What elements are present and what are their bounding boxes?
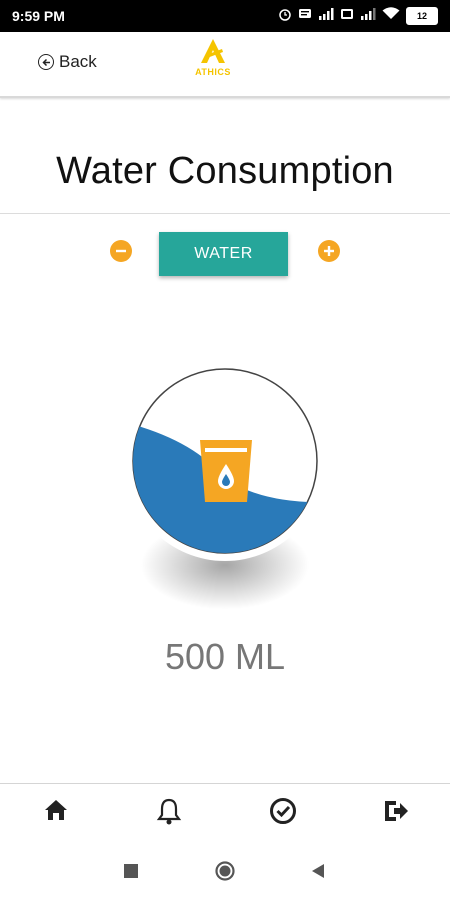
signal-icon <box>318 7 334 25</box>
recent-apps-icon[interactable] <box>124 864 138 883</box>
bell-icon[interactable] <box>154 796 184 826</box>
alarm-icon <box>278 7 292 26</box>
sim-icon <box>340 7 354 25</box>
logout-icon[interactable] <box>381 796 411 826</box>
message-icon <box>298 7 312 25</box>
increase-button[interactable] <box>318 240 340 262</box>
system-nav-bar <box>0 839 450 900</box>
check-circle-icon[interactable] <box>268 796 298 826</box>
logo-mark-icon <box>201 39 225 63</box>
bottom-nav <box>0 783 450 840</box>
home-circle-icon[interactable] <box>215 861 235 886</box>
decrease-button[interactable] <box>110 240 132 262</box>
water-glass <box>124 360 326 562</box>
back-button[interactable]: Back <box>38 52 97 72</box>
back-label: Back <box>59 52 97 71</box>
home-icon[interactable] <box>42 796 72 826</box>
logo-text: ATHICS <box>195 67 231 77</box>
app-logo: ATHICS <box>188 38 238 86</box>
signal-icon <box>360 7 376 25</box>
wifi-icon <box>382 7 400 25</box>
minus-icon <box>116 249 126 253</box>
status-icons: 12 <box>278 7 438 26</box>
water-button[interactable]: WATER <box>159 232 288 276</box>
app-bar: Back ATHICS <box>0 32 450 98</box>
battery-icon: 12 <box>406 7 438 25</box>
consumption-amount: 500 ML <box>164 636 286 677</box>
plus-icon <box>324 246 334 256</box>
status-time: 9:59 PM <box>12 8 65 24</box>
page-title: Water Consumption <box>56 150 394 192</box>
back-triangle-icon[interactable] <box>312 864 324 883</box>
cup-icon <box>200 440 252 502</box>
divider <box>0 213 450 214</box>
back-arrow-icon <box>38 54 54 70</box>
status-bar: 9:59 PM 12 <box>0 0 450 32</box>
